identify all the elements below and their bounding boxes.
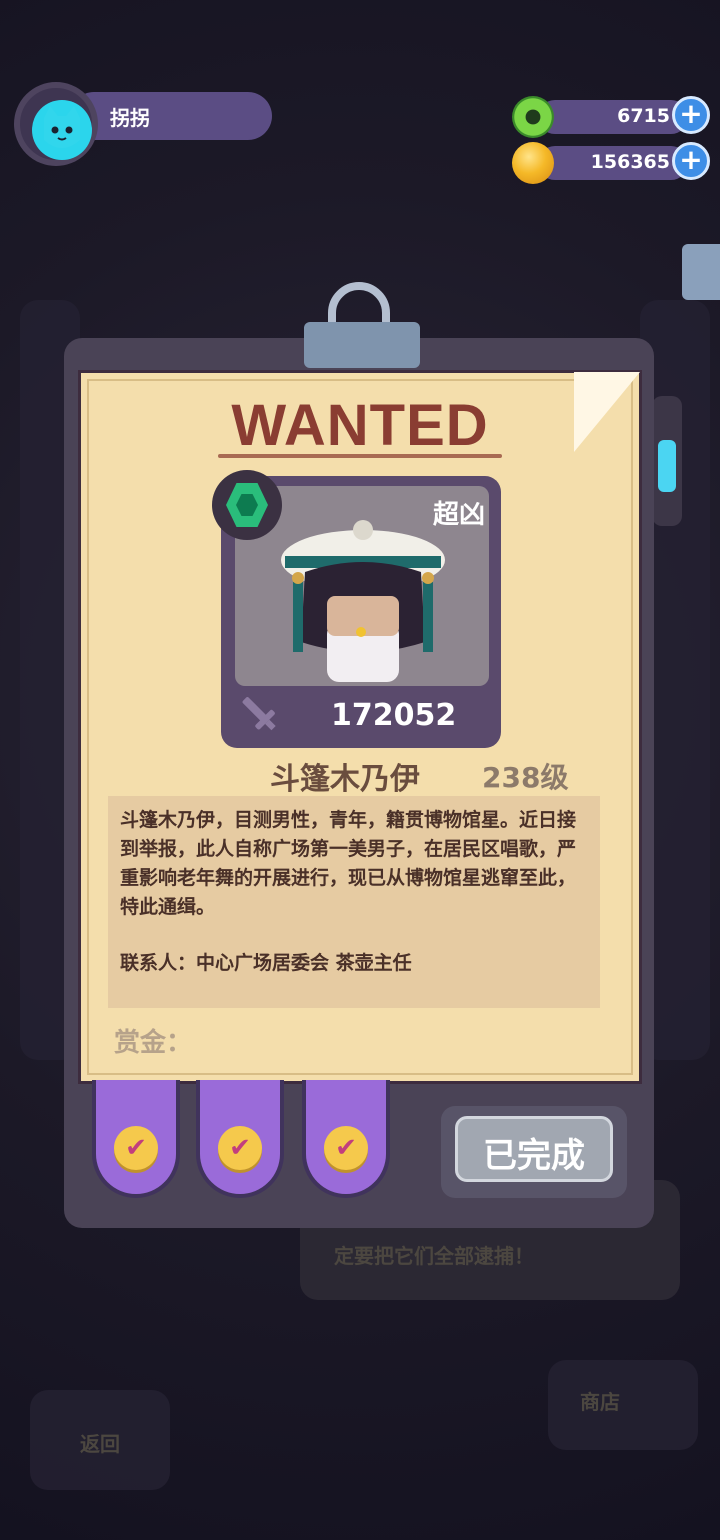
check-icon: ✔ xyxy=(218,1126,262,1170)
bounty-label: 赏金： xyxy=(114,1028,193,1058)
contact-text: 联系人：中心广场居委会 茶壶主任 xyxy=(120,952,412,974)
name-bar xyxy=(70,92,272,140)
description-text: 斗篷木乃伊，目测男性，青年，籍贯博物馆星。近日接到举报，此人自称广场第一美男子，… xyxy=(120,809,577,918)
completed-button-label: 已完成 xyxy=(483,1136,585,1176)
cat-avatar-icon xyxy=(32,100,92,160)
completed-button[interactable]: 已完成 xyxy=(441,1106,627,1198)
player-name: 拐拐 xyxy=(110,106,150,130)
side-clip-icon[interactable] xyxy=(682,244,720,300)
gold-currency: 156365 + xyxy=(512,142,714,184)
cloak-mummy-character xyxy=(275,512,451,690)
add-gold-button[interactable]: + xyxy=(672,142,710,180)
green-gem-icon xyxy=(212,470,282,540)
check-icon: ✔ xyxy=(114,1126,158,1170)
wanted-title: WANTED xyxy=(231,393,489,458)
monster-name-row: 斗篷木乃伊 238级 xyxy=(0,754,720,798)
monster-name: 斗篷木乃伊 xyxy=(270,762,420,797)
green-donut-coin-icon xyxy=(512,96,554,138)
task-tab-3[interactable]: ✔ xyxy=(302,1080,390,1198)
binder-clip-icon xyxy=(302,282,422,386)
task-tab-1[interactable]: ✔ xyxy=(92,1080,180,1198)
donut-currency: 6715 + xyxy=(512,96,714,138)
bg-shop-label: 商店 xyxy=(580,1390,620,1414)
currency-value: 156365 xyxy=(590,151,670,173)
avatar-frame[interactable] xyxy=(14,82,98,166)
task-tab-2[interactable]: ✔ xyxy=(196,1080,284,1198)
add-donut-button[interactable]: + xyxy=(672,96,710,134)
monster-level: 238级 xyxy=(482,761,569,794)
player-profile[interactable]: 拐拐 xyxy=(14,82,272,168)
check-icon: ✔ xyxy=(324,1126,368,1170)
description-box: 斗篷木乃伊，目测男性，青年，籍贯博物馆星。近日接到举报，此人自称广场第一美男子，… xyxy=(108,796,600,1008)
bg-back-label: 返回 xyxy=(80,1432,120,1456)
bg-hint-text: 定要把它们全部逮捕！ xyxy=(334,1244,534,1268)
title-underline xyxy=(218,454,502,458)
gold-planet-coin-icon xyxy=(512,142,554,184)
power-value: 172052 xyxy=(331,698,457,733)
currency-value: 6715 xyxy=(617,105,670,127)
bg-shop-button xyxy=(548,1360,698,1450)
